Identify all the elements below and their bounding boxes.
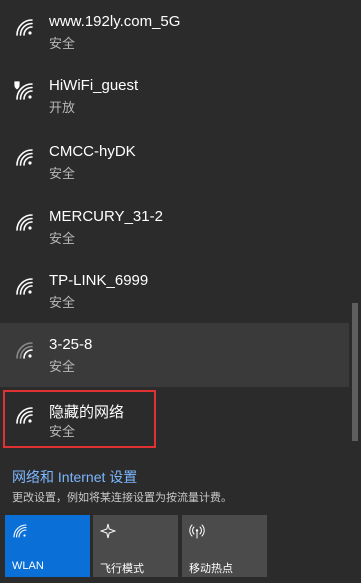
network-name: HiWiFi_guest — [49, 77, 139, 94]
mobile-hotspot-tile[interactable]: 移动热点 — [182, 515, 267, 577]
tile-label: WLAN — [12, 560, 44, 572]
network-name: 隐藏的网络 — [49, 404, 125, 421]
network-status: 安全 — [49, 359, 76, 374]
tile-label: 飞行模式 — [100, 563, 144, 575]
network-status: 安全 — [49, 424, 76, 439]
network-item[interactable]: HiWiFi_guest 开放 — [0, 64, 349, 128]
network-status: 安全 — [49, 231, 76, 246]
wlan-toggle-tile[interactable]: WLAN — [5, 515, 90, 577]
network-item[interactable]: www.192ly.com_5G 安全 — [0, 0, 349, 64]
wifi-icon — [16, 342, 33, 359]
wifi-icon — [16, 149, 33, 166]
network-item[interactable]: TP-LINK_6999 安全 — [0, 259, 349, 323]
tile-label: 移动热点 — [189, 563, 233, 575]
network-name: 3-25-8 — [49, 336, 93, 353]
wifi-icon — [16, 278, 33, 295]
wifi-icon — [16, 19, 33, 36]
wifi-icon — [16, 407, 33, 424]
wifi-icon — [16, 214, 33, 231]
network-list: www.192ly.com_5G 安全 HiWiFi_guest 开放 CMCC… — [0, 0, 349, 457]
hotspot-icon — [189, 524, 205, 539]
network-item-hidden[interactable]: 隐藏的网络 安全 — [0, 388, 349, 452]
network-settings-link[interactable]: 网络和 Internet 设置 — [12, 467, 137, 487]
network-name: CMCC-hyDK — [49, 143, 136, 160]
wifi-shield-icon — [13, 80, 33, 100]
wifi-icon — [13, 524, 27, 538]
network-item[interactable]: MERCURY_31-2 安全 — [0, 195, 349, 259]
network-settings-description: 更改设置，例如将某连接设置为按流量计费。 — [12, 492, 232, 504]
scrollbar-thumb[interactable] — [352, 303, 358, 441]
network-status: 安全 — [49, 36, 76, 51]
network-status: 安全 — [49, 295, 76, 310]
network-item-selected[interactable]: 3-25-8 安全 — [0, 323, 349, 387]
airplane-icon — [100, 523, 116, 539]
network-name: www.192ly.com_5G — [49, 13, 181, 30]
network-status: 安全 — [49, 166, 76, 181]
network-item[interactable]: CMCC-hyDK 安全 — [0, 130, 349, 194]
network-status: 开放 — [49, 100, 76, 115]
network-name: TP-LINK_6999 — [49, 272, 149, 289]
network-name: MERCURY_31-2 — [49, 208, 163, 225]
scrollbar[interactable] — [349, 0, 361, 457]
network-flyout: www.192ly.com_5G 安全 HiWiFi_guest 开放 CMCC… — [0, 0, 361, 583]
airplane-mode-tile[interactable]: 飞行模式 — [93, 515, 178, 577]
